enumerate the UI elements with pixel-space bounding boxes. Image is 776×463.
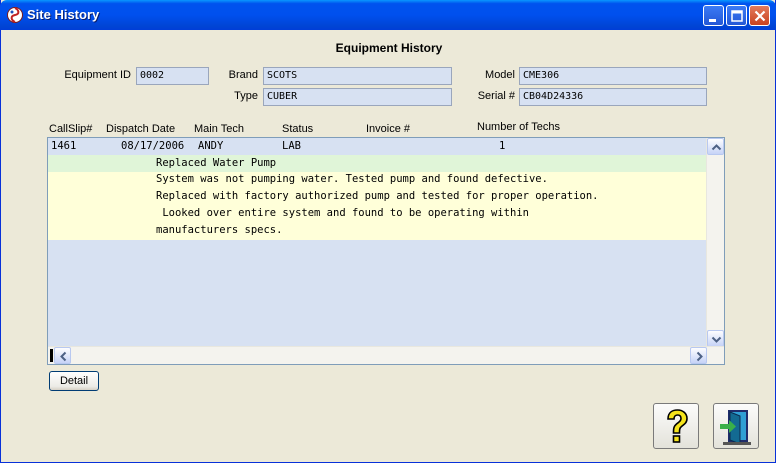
col-header-main-tech[interactable]: Main Tech <box>194 123 244 135</box>
help-button[interactable] <box>653 403 699 449</box>
serial-label: Serial # <box>477 90 515 102</box>
equipment-id-field[interactable]: 0002 <box>136 67 209 85</box>
close-button[interactable] <box>749 5 770 26</box>
col-header-status[interactable]: Status <box>282 123 313 135</box>
col-header-dispatch-date[interactable]: Dispatch Date <box>106 123 175 135</box>
window-title: Site History <box>27 7 100 22</box>
scroll-left-button[interactable] <box>54 347 71 364</box>
exit-door-icon <box>720 410 751 445</box>
brand-label: Brand <box>228 69 258 81</box>
vertical-scrollbar[interactable] <box>706 138 724 347</box>
scroll-down-button[interactable] <box>707 330 724 347</box>
scroll-up-button[interactable] <box>707 138 724 155</box>
exit-button[interactable] <box>713 403 759 449</box>
app-icon <box>7 7 23 23</box>
model-field[interactable]: CME306 <box>519 67 707 85</box>
description-row[interactable]: System was not pumping water. Tested pum… <box>48 172 708 240</box>
serial-field[interactable]: CB04D24336 <box>519 88 707 106</box>
description-line: Replaced with factory authorized pump an… <box>156 190 599 202</box>
col-header-number-of-techs[interactable]: Number of Techs <box>477 121 560 133</box>
horizontal-scrollbar[interactable] <box>48 346 724 364</box>
title-bar[interactable]: Site History <box>0 0 776 30</box>
detail-button[interactable]: Detail <box>49 371 99 391</box>
equipment-id-label: Equipment ID <box>64 69 131 81</box>
col-header-invoice[interactable]: Invoice # <box>366 123 410 135</box>
cell-status: LAB <box>282 140 301 152</box>
model-label: Model <box>485 69 515 81</box>
help-question-icon <box>667 409 688 443</box>
description-line: manufacturers specs. <box>156 224 283 236</box>
chevron-up-icon <box>711 144 722 151</box>
minimize-button[interactable] <box>703 5 724 26</box>
site-history-window: Site History Equipment History Equipment… <box>0 0 776 463</box>
cell-number-of-techs: 1 <box>499 140 506 152</box>
description-line: System was not pumping water. Tested pum… <box>156 173 548 185</box>
work-summary: Replaced Water Pump <box>156 157 277 169</box>
text-cursor <box>50 349 53 362</box>
description-line: Looked over entire system and found to b… <box>156 207 529 219</box>
cell-main-tech: ANDY <box>198 140 224 152</box>
col-header-callslip[interactable]: CallSlip# <box>49 123 92 135</box>
chevron-right-icon <box>696 351 703 362</box>
maximize-icon <box>731 10 743 22</box>
type-field[interactable]: CUBER <box>263 88 452 106</box>
page-title: Equipment History <box>335 41 443 55</box>
history-grid[interactable]: 1461 08/17/2006 ANDY LAB 1 Replaced Wate… <box>47 137 725 365</box>
maximize-button[interactable] <box>726 5 747 26</box>
table-row[interactable]: 1461 08/17/2006 ANDY LAB 1 <box>48 138 708 155</box>
chevron-left-icon <box>60 351 67 362</box>
close-icon <box>754 10 766 22</box>
summary-row[interactable]: Replaced Water Pump <box>48 155 708 172</box>
scroll-right-button[interactable] <box>690 347 707 364</box>
minimize-icon <box>709 19 716 22</box>
type-label: Type <box>234 90 258 102</box>
cell-dispatch-date: 08/17/2006 <box>121 140 185 152</box>
brand-field[interactable]: SCOTS <box>263 67 452 85</box>
cell-callslip: 1461 <box>51 140 77 152</box>
